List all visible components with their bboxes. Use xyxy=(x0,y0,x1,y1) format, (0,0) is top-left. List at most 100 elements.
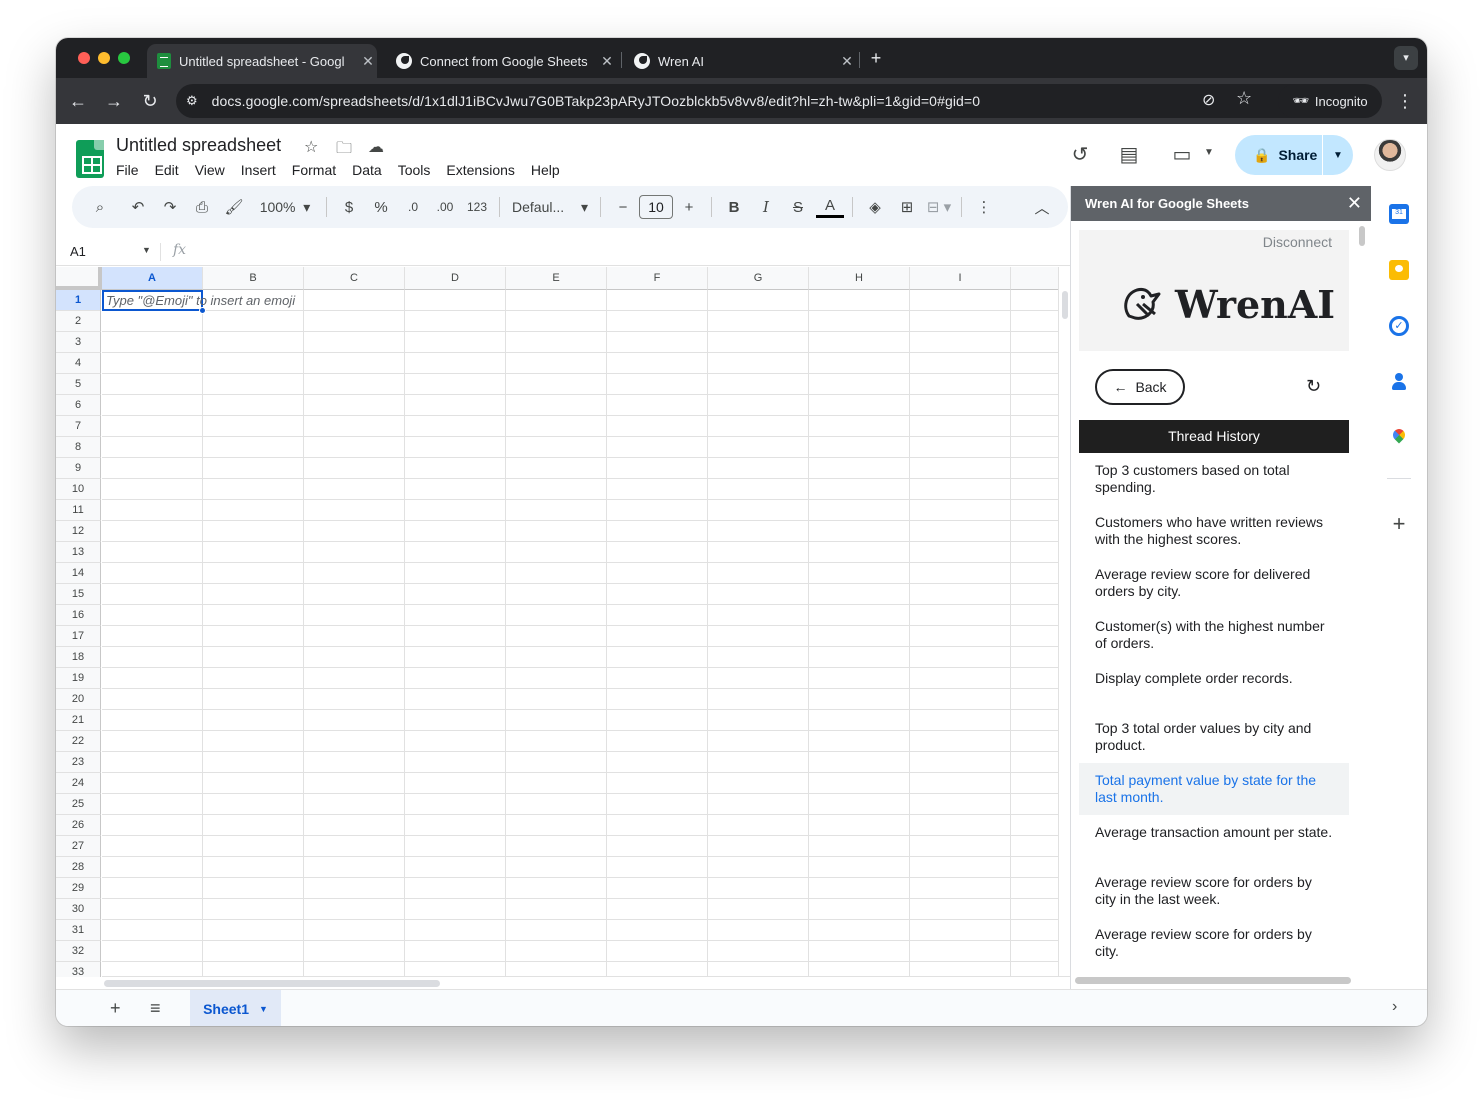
browser-menu-icon[interactable]: ⋮ xyxy=(1393,89,1417,113)
new-tab-button[interactable]: + xyxy=(864,46,888,70)
column-header[interactable]: D xyxy=(405,267,506,290)
incognito-badge[interactable]: 🕶 Incognito xyxy=(1278,84,1382,118)
row-header[interactable]: 1 xyxy=(56,290,101,311)
row-header[interactable]: 5 xyxy=(56,374,101,395)
panel-horizontal-scrollbar[interactable] xyxy=(1075,977,1351,984)
maximize-window-button[interactable] xyxy=(118,52,130,64)
scroll-thumb[interactable] xyxy=(1359,226,1365,246)
strikethrough-icon[interactable]: S xyxy=(784,193,812,221)
row-header[interactable]: 4 xyxy=(56,353,101,374)
menu-data[interactable]: Data xyxy=(352,162,390,178)
thread-item[interactable]: Top 3 customers based on total spending. xyxy=(1079,453,1349,505)
column-header[interactable]: I xyxy=(910,267,1011,290)
column-header[interactable] xyxy=(1011,267,1058,290)
row-header[interactable]: 11 xyxy=(56,500,101,521)
add-sheet-icon[interactable]: + xyxy=(110,998,121,1019)
keep-icon[interactable] xyxy=(1389,260,1409,280)
eye-off-icon[interactable]: ⊘ xyxy=(1202,90,1215,110)
contacts-icon[interactable] xyxy=(1389,372,1409,392)
column-header[interactable]: F xyxy=(607,267,708,290)
document-title[interactable]: Untitled spreadsheet xyxy=(116,135,281,156)
browser-tab-wren[interactable]: Wren AI ✕ xyxy=(624,44,856,78)
meet-video-icon[interactable]: ▭ xyxy=(1169,142,1195,168)
menu-tools[interactable]: Tools xyxy=(398,162,439,178)
row-header[interactable]: 20 xyxy=(56,689,101,710)
thread-item[interactable]: Total payment value by state for the las… xyxy=(1079,763,1349,815)
back-button[interactable]: ← Back xyxy=(1095,369,1185,405)
menu-extensions[interactable]: Extensions xyxy=(446,162,522,178)
row-header[interactable]: 6 xyxy=(56,395,101,416)
bookmark-star-icon[interactable]: ☆ xyxy=(1236,88,1252,109)
paint-format-icon[interactable]: 🖌 xyxy=(220,193,248,221)
menu-file[interactable]: File xyxy=(116,162,147,178)
row-header[interactable]: 24 xyxy=(56,773,101,794)
redo-icon[interactable]: ↷ xyxy=(156,193,184,221)
refresh-icon[interactable]: ↻ xyxy=(1306,376,1321,397)
row-header[interactable]: 17 xyxy=(56,626,101,647)
scroll-thumb[interactable] xyxy=(104,980,440,987)
name-box-chevron-icon[interactable]: ▼ xyxy=(142,245,151,255)
add-addon-icon[interactable]: + xyxy=(1389,513,1409,535)
row-header[interactable]: 33 xyxy=(56,962,101,977)
menu-help[interactable]: Help xyxy=(531,162,568,178)
bold-icon[interactable]: B xyxy=(720,193,748,221)
row-header[interactable]: 15 xyxy=(56,584,101,605)
row-header[interactable]: 7 xyxy=(56,416,101,437)
select-all-corner[interactable] xyxy=(56,267,102,290)
row-header[interactable]: 27 xyxy=(56,836,101,857)
thread-item[interactable]: Display complete order records. xyxy=(1079,661,1349,711)
row-header[interactable]: 18 xyxy=(56,647,101,668)
menu-format[interactable]: Format xyxy=(292,162,344,178)
disconnect-link[interactable]: Disconnect xyxy=(1263,234,1332,250)
row-header[interactable]: 2 xyxy=(56,311,101,332)
cloud-saved-icon[interactable]: ☁ xyxy=(368,137,384,157)
percent-format-button[interactable]: % xyxy=(367,193,395,221)
thread-item[interactable]: Average transaction amount per state. xyxy=(1079,815,1349,865)
thread-item[interactable]: Average review score for delivered order… xyxy=(1079,557,1349,609)
minimize-window-button[interactable] xyxy=(98,52,110,64)
italic-icon[interactable]: I xyxy=(752,193,780,221)
row-header[interactable]: 32 xyxy=(56,941,101,962)
thread-item[interactable]: Customer(s) with the highest number of o… xyxy=(1079,609,1349,661)
row-header[interactable]: 21 xyxy=(56,710,101,731)
chevron-down-icon[interactable]: ▼ xyxy=(259,1004,268,1014)
row-header[interactable]: 29 xyxy=(56,878,101,899)
row-header[interactable]: 10 xyxy=(56,479,101,500)
tab-search-button[interactable]: ▾ xyxy=(1394,46,1418,70)
close-window-button[interactable] xyxy=(78,52,90,64)
column-header[interactable]: E xyxy=(506,267,607,290)
more-options-icon[interactable]: ⋮ xyxy=(970,193,998,221)
fill-color-icon[interactable]: ◈ xyxy=(861,193,889,221)
zoom-select[interactable]: 100% ▾ xyxy=(252,193,318,221)
row-header[interactable]: 28 xyxy=(56,857,101,878)
row-header[interactable]: 16 xyxy=(56,605,101,626)
borders-icon[interactable]: ⊞ xyxy=(893,193,921,221)
row-header[interactable]: 9 xyxy=(56,458,101,479)
forward-arrow-icon[interactable]: → xyxy=(102,89,126,113)
font-family-select[interactable]: Defaul... ▾ xyxy=(508,193,592,221)
calendar-icon[interactable]: 31 xyxy=(1389,204,1409,224)
more-formats-button[interactable]: 123 xyxy=(463,193,491,221)
account-avatar[interactable] xyxy=(1374,139,1406,171)
comments-icon[interactable]: ▤ xyxy=(1116,142,1142,168)
hide-menus-chevron-up-icon[interactable]: ︿ xyxy=(1028,193,1056,221)
cell-area[interactable] xyxy=(102,290,1058,977)
close-icon[interactable]: ✕ xyxy=(838,53,856,70)
increase-font-size-button[interactable]: + xyxy=(675,193,703,221)
row-header[interactable]: 31 xyxy=(56,920,101,941)
row-header[interactable]: 25 xyxy=(56,794,101,815)
share-options-chevron-icon[interactable]: ▼ xyxy=(1323,150,1353,161)
column-header[interactable]: B xyxy=(203,267,304,290)
maps-pin-icon[interactable] xyxy=(1389,426,1409,448)
share-button[interactable]: 🔒 Share ▼ xyxy=(1235,135,1353,175)
version-history-icon[interactable]: ↺ xyxy=(1067,142,1093,168)
close-icon[interactable]: ✕ xyxy=(359,53,377,70)
grid-horizontal-scrollbar[interactable] xyxy=(102,976,1070,989)
menu-insert[interactable]: Insert xyxy=(241,162,284,178)
thread-item[interactable]: Average review score for orders by city. xyxy=(1079,917,1349,969)
thread-item[interactable]: Average review score for orders by city … xyxy=(1079,865,1349,917)
all-sheets-menu-icon[interactable]: ≡ xyxy=(150,998,161,1019)
column-header[interactable]: H xyxy=(809,267,910,290)
site-settings-icon[interactable]: ⚙ xyxy=(186,93,198,109)
spreadsheet-grid[interactable]: ABCDEFGHI 1 2 3 4 5 6 7 8 9 10 11 12 13 14 15 16 17 18 19 2… xyxy=(56,267,1058,977)
